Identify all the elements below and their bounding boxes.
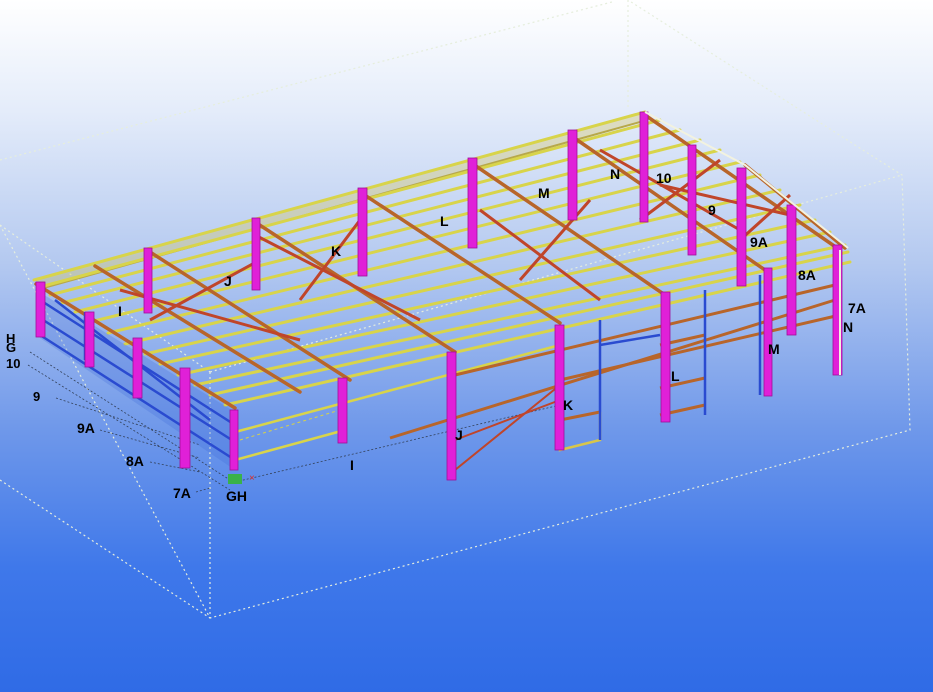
grid-label-roof-10: 10	[656, 170, 672, 186]
grid-label-front-I: I	[350, 457, 354, 473]
steel-structure-model[interactable]: × H G 10 9 9A 8A 7A GH I J K L M N I J K…	[0, 0, 933, 692]
grid-label-right-8A: 8A	[798, 267, 816, 283]
grid-label-roof-K: K	[331, 243, 341, 259]
roof-rafters	[34, 113, 847, 410]
grid-label-front-M: M	[768, 341, 780, 357]
grid-label-roof-M: M	[538, 185, 550, 201]
grid-label-roof-J: J	[224, 273, 232, 289]
grid-label-right-9: 9	[708, 202, 716, 218]
grid-label-front-K: K	[563, 397, 573, 413]
grid-label-right-9A: 9A	[750, 234, 768, 250]
origin-marker-icon: ×	[228, 473, 255, 484]
grid-label-G: G	[6, 340, 16, 355]
grid-label-GH: GH	[226, 488, 247, 504]
grid-label-7A: 7A	[173, 485, 191, 501]
grid-label-9A: 9A	[77, 420, 95, 436]
svg-text:×: ×	[249, 473, 255, 484]
grid-label-right-7A: 7A	[848, 300, 866, 316]
grid-label-8A: 8A	[126, 453, 144, 469]
model-3d-viewport[interactable]: × H G 10 9 9A 8A 7A GH I J K L M N I J K…	[0, 0, 933, 692]
grid-label-roof-N: N	[610, 166, 620, 182]
grid-label-10: 10	[6, 356, 20, 371]
grid-label-front-N: N	[843, 319, 853, 335]
work-area-box	[0, 0, 911, 619]
grid-label-front-L: L	[671, 368, 680, 384]
grid-label-roof-L: L	[440, 213, 449, 229]
grid-label-roof-I: I	[118, 303, 122, 319]
grid-label-9: 9	[33, 389, 40, 404]
grid-label-front-J: J	[455, 427, 463, 443]
